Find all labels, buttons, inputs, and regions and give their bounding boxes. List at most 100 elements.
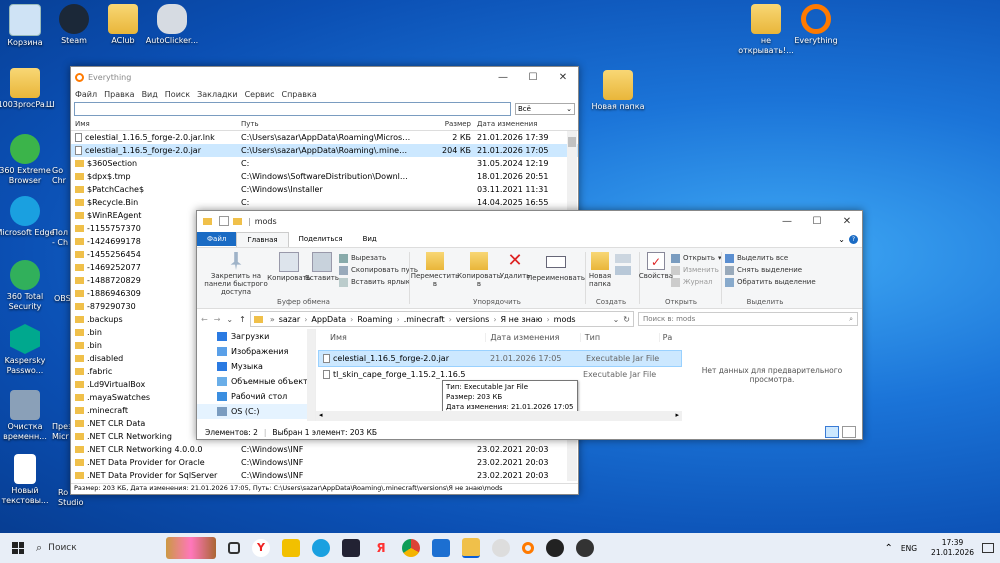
file-explorer-taskbar-icon[interactable] bbox=[462, 538, 480, 558]
media-player-icon[interactable] bbox=[546, 539, 564, 557]
nav-item[interactable]: Загрузки bbox=[197, 329, 315, 344]
new-folder-quick-icon[interactable] bbox=[233, 217, 242, 225]
breadcrumb-mods[interactable]: mods bbox=[554, 315, 576, 324]
mail-icon[interactable] bbox=[432, 539, 450, 557]
properties-quick-icon[interactable] bbox=[219, 216, 229, 226]
scrollbar-thumb[interactable] bbox=[568, 137, 576, 147]
breadcrumb-ya-ne-znayu[interactable]: Я не знаю bbox=[501, 315, 543, 324]
address-bar[interactable]: » sazar › AppData › Roaming › .minecraft › v… bbox=[249, 311, 634, 327]
maximize-button[interactable]: ☐ bbox=[802, 216, 832, 227]
list-item[interactable]: celestial_1.16.5_forge-2.0.jar C:\Users\s… bbox=[71, 144, 578, 157]
desktop-icon-partial-3[interactable]: Пол - Ch bbox=[52, 228, 72, 248]
close-button[interactable]: ✕ bbox=[548, 72, 578, 83]
invert-selection-button[interactable]: Обратить выделение bbox=[725, 276, 816, 288]
large-icons-view-icon[interactable] bbox=[842, 426, 856, 438]
taskbar-search-box[interactable]: ⌕ Поиск bbox=[36, 536, 166, 560]
edge-taskbar-icon[interactable] bbox=[312, 539, 330, 557]
list-item[interactable]: .NET Data Provider for SqlServer C:\Windo… bbox=[71, 469, 578, 482]
new-folder-desktop-icon[interactable]: Новая папка bbox=[586, 70, 650, 112]
help-icon[interactable]: ? bbox=[849, 234, 858, 244]
recent-chevron-icon[interactable]: ⌄ bbox=[226, 315, 233, 324]
new-item-small-icons[interactable] bbox=[615, 254, 631, 275]
list-item[interactable]: $dpx$.tmp C:\Windows\SoftwareDistribution… bbox=[71, 170, 578, 183]
menu-view[interactable]: Вид bbox=[142, 90, 158, 99]
select-all-button[interactable]: Выделить все bbox=[725, 252, 816, 264]
tab-share[interactable]: Поделиться bbox=[289, 232, 353, 246]
tray-chevron-up-icon[interactable]: ⌃ bbox=[884, 543, 892, 554]
col-size-header[interactable]: Размер bbox=[411, 120, 477, 128]
edge-icon[interactable]: Microsoft Edge bbox=[0, 196, 57, 238]
list-item[interactable]: .NET CLR Networking 4.0.0.0 C:\Windows\IN… bbox=[71, 443, 578, 456]
task-view-icon[interactable] bbox=[228, 542, 240, 554]
col-size-header[interactable]: Ра bbox=[658, 332, 682, 342]
autoclicker-icon[interactable]: AutoClicker... bbox=[140, 4, 204, 46]
yandex-icon[interactable]: Я bbox=[372, 539, 390, 557]
breadcrumb-minecraft[interactable]: .minecraft bbox=[404, 315, 445, 324]
copy-button[interactable]: Копировать bbox=[267, 252, 311, 282]
file-row[interactable]: celestial_1.16.5_forge-2.0.jar 21.01.202… bbox=[318, 350, 682, 367]
forward-arrow-icon[interactable]: → bbox=[214, 315, 221, 324]
nav-item[interactable]: Рабочий стол bbox=[197, 389, 315, 404]
properties-button[interactable]: ✓ Свойства bbox=[639, 252, 673, 280]
col-name-header[interactable]: Имя bbox=[316, 333, 485, 342]
move-to-button[interactable]: Переместить в bbox=[411, 252, 459, 288]
cleanup-icon[interactable]: Очистка временн... bbox=[0, 390, 57, 442]
everything-app-icon[interactable]: Everything bbox=[784, 4, 848, 46]
back-arrow-icon[interactable]: ← bbox=[201, 315, 208, 324]
clock[interactable]: 17:39 21.01.2026 bbox=[931, 538, 974, 558]
history-button[interactable]: Журнал bbox=[671, 276, 722, 288]
total-security-icon[interactable]: 360 Total Security bbox=[0, 260, 57, 312]
breadcrumb-appdata[interactable]: AppData bbox=[311, 315, 346, 324]
menu-tools[interactable]: Сервис bbox=[245, 90, 275, 99]
new-text-file-icon[interactable]: Новый текстовы... bbox=[0, 454, 57, 506]
select-none-button[interactable]: Снять выделение bbox=[725, 264, 816, 276]
chrome-icon[interactable] bbox=[402, 539, 420, 557]
nav-scrollbar[interactable] bbox=[307, 329, 315, 421]
details-view-icon[interactable] bbox=[825, 426, 839, 438]
horizontal-scrollbar[interactable]: ◂ ▸ bbox=[316, 411, 682, 421]
new-folder-button[interactable]: Новая папка bbox=[587, 252, 613, 288]
search-input[interactable]: Поиск в: mods ⌕ bbox=[638, 312, 858, 326]
paste-shortcut-button[interactable]: Вставить ярлык bbox=[339, 276, 418, 288]
nav-item[interactable]: Изображения bbox=[197, 344, 315, 359]
address-dropdown-icon[interactable]: ⌄ bbox=[613, 315, 620, 324]
nav-item[interactable]: Музыка bbox=[197, 359, 315, 374]
browser-360-icon[interactable]: 360 Extreme Browser bbox=[0, 134, 57, 186]
breadcrumb-versions[interactable]: versions bbox=[456, 315, 489, 324]
col-date-header[interactable]: Дата изменения bbox=[485, 332, 579, 342]
up-arrow-icon[interactable]: ↑ bbox=[239, 315, 246, 324]
list-item[interactable]: celestial_1.16.5_forge-2.0.jar.lnk C:\Use… bbox=[71, 131, 578, 144]
yandex-browser-icon[interactable]: Y bbox=[252, 539, 270, 557]
menu-bookmarks[interactable]: Закладки bbox=[197, 90, 237, 99]
everything-filter-select[interactable]: Всё ⌄ bbox=[515, 103, 575, 115]
nav-item[interactable]: OS (C:) bbox=[197, 404, 315, 419]
col-type-header[interactable]: Тип bbox=[579, 332, 659, 342]
everything-titlebar[interactable]: Everything — ☐ ✕ bbox=[71, 67, 578, 87]
obs-icon[interactable] bbox=[576, 539, 594, 557]
menu-edit[interactable]: Правка bbox=[104, 90, 134, 99]
language-indicator[interactable]: ENG bbox=[901, 544, 917, 553]
kaspersky-icon[interactable]: Kaspersky Passwo... bbox=[0, 324, 57, 376]
col-date-header[interactable]: Дата изменения bbox=[477, 120, 567, 128]
everything-search-input[interactable] bbox=[74, 102, 511, 116]
app-dark-icon[interactable] bbox=[342, 539, 360, 557]
tab-view[interactable]: Вид bbox=[353, 232, 387, 246]
minimize-button[interactable]: — bbox=[488, 72, 518, 83]
rename-button[interactable]: Переименовать bbox=[527, 252, 585, 282]
list-item[interactable]: $360Section C: 31.05.2024 12:19 bbox=[71, 157, 578, 170]
menu-search[interactable]: Поиск bbox=[165, 90, 190, 99]
menu-file[interactable]: Файл bbox=[75, 90, 97, 99]
chevron-down-icon[interactable]: ⌄ bbox=[838, 235, 845, 244]
list-item[interactable]: $Recycle.Bin C: 14.04.2025 16:55 bbox=[71, 196, 578, 209]
everything-taskbar-icon[interactable] bbox=[522, 542, 534, 554]
copy-path-button[interactable]: Скопировать путь bbox=[339, 264, 418, 276]
tab-file[interactable]: Файл bbox=[197, 232, 237, 246]
nav-item[interactable]: Объемные объекты bbox=[197, 374, 315, 389]
app-yellow-icon[interactable] bbox=[282, 539, 300, 557]
explorer-titlebar[interactable]: | mods — ☐ ✕ bbox=[197, 211, 862, 231]
paste-button[interactable]: Вставить bbox=[305, 252, 339, 282]
open-button[interactable]: Открыть ▾ bbox=[671, 252, 722, 264]
breadcrumb-sazar[interactable]: sazar bbox=[279, 315, 300, 324]
cut-button[interactable]: Вырезать bbox=[339, 252, 418, 264]
minimize-button[interactable]: — bbox=[772, 216, 802, 227]
